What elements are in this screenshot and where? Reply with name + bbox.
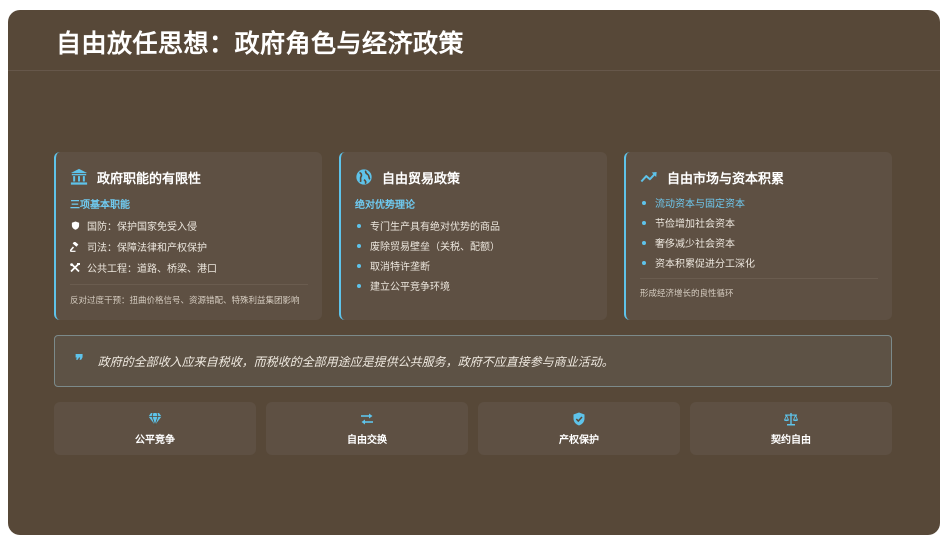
list-item-text: 国防：保护国家免受入侵 bbox=[87, 222, 197, 233]
list-item: 奢侈减少社会资本 bbox=[640, 236, 878, 250]
card-title: 政府职能的有限性 bbox=[97, 171, 202, 187]
card-capital-accumulation: 自由市场与资本积累 流动资本与固定资本 节俭增加社会资本 奢侈减少社会资本 资本… bbox=[624, 152, 892, 320]
card-header: 自由贸易政策 bbox=[355, 166, 593, 188]
list-item-text: 节俭增加社会资本 bbox=[655, 219, 735, 230]
divider bbox=[70, 284, 308, 285]
government-building-icon bbox=[70, 168, 88, 185]
list-item-text: 建立公平竞争环境 bbox=[370, 282, 450, 293]
list-item: 国防：保护国家免受入侵 bbox=[70, 219, 308, 233]
diamond-icon bbox=[148, 412, 162, 426]
bullet-dot bbox=[357, 243, 361, 248]
list-item: 司法：保障法律和产权保护 bbox=[70, 240, 308, 254]
list-item-text: 奢侈减少社会资本 bbox=[655, 239, 735, 250]
shield-check-icon bbox=[573, 412, 585, 425]
exchange-icon bbox=[361, 413, 373, 424]
list-item-text: 专门生产具有绝对优势的商品 bbox=[370, 222, 500, 233]
quote-icon: ❞ bbox=[75, 351, 84, 370]
card-header: 自由市场与资本积累 bbox=[640, 166, 878, 188]
card-subhead: 绝对优势理论 bbox=[355, 200, 415, 211]
list-item: 公共工程：道路、桥梁、港口 bbox=[70, 261, 308, 275]
list-item-text: 废除贸易壁垒（关税、配额） bbox=[370, 242, 500, 253]
list-item-text: 公共工程：道路、桥梁、港口 bbox=[87, 264, 217, 275]
list-item: 专门生产具有绝对优势的商品 bbox=[355, 219, 593, 233]
list-item: 建立公平竞争环境 bbox=[355, 279, 593, 293]
slide: 自由放任思想：政府角色与经济政策 政府职能的有限性 三项基本职能 国防：保护国家… bbox=[8, 10, 940, 535]
card-note: 反对过度干预：扭曲价格信号、资源错配、特殊利益集团影响 bbox=[70, 296, 300, 306]
scale-icon bbox=[784, 412, 798, 425]
trending-up-icon bbox=[640, 172, 657, 183]
principle-label: 产权保护 bbox=[559, 434, 599, 446]
tools-icon bbox=[70, 262, 80, 272]
bullet-dot bbox=[357, 283, 361, 288]
principle-tile: 公平竞争 bbox=[54, 402, 256, 455]
list-item: 资本积累促进分工深化 bbox=[640, 256, 878, 270]
list-item-highlight: 流动资本与固定资本 bbox=[640, 196, 878, 210]
quote-text: 政府的全部收入应来自税收，而税收的全部用途应是提供公共服务，政府不应直接参与商业… bbox=[97, 354, 614, 369]
card-note: 形成经济增长的良性循环 bbox=[640, 289, 734, 299]
card-title: 自由市场与资本积累 bbox=[667, 171, 785, 187]
bullet-dot bbox=[642, 220, 646, 225]
quote-box: ❞ 政府的全部收入应来自税收，而税收的全部用途应是提供公共服务，政府不应直接参与… bbox=[54, 335, 892, 387]
page-title: 自由放任思想：政府角色与经济政策 bbox=[56, 29, 465, 58]
card-free-trade: 自由贸易政策 绝对优势理论 专门生产具有绝对优势的商品 废除贸易壁垒（关税、配额… bbox=[339, 152, 607, 320]
bullet-dot bbox=[642, 260, 646, 265]
list-item-text: 资本积累促进分工深化 bbox=[655, 259, 755, 270]
bullet-dot bbox=[642, 200, 646, 205]
list-item-text: 取消特许垄断 bbox=[370, 262, 430, 273]
bullet-dot bbox=[357, 263, 361, 268]
divider bbox=[640, 278, 878, 279]
principle-label: 公平竞争 bbox=[135, 434, 175, 446]
title-bar: 自由放任思想：政府角色与经济政策 bbox=[8, 10, 940, 71]
bullet-dot bbox=[357, 223, 361, 228]
principle-label: 自由交换 bbox=[347, 434, 387, 446]
list-item: 废除贸易壁垒（关税、配额） bbox=[355, 239, 593, 253]
card-government-functions: 政府职能的有限性 三项基本职能 国防：保护国家免受入侵 司法：保障法律和产权保护… bbox=[54, 152, 322, 320]
bullet-dot bbox=[642, 240, 646, 245]
list-item-text: 司法：保障法律和产权保护 bbox=[87, 243, 207, 254]
principle-tile: 自由交换 bbox=[266, 402, 468, 455]
principle-tile: 契约自由 bbox=[690, 402, 892, 455]
card-subhead: 三项基本职能 bbox=[70, 200, 130, 211]
card-header: 政府职能的有限性 bbox=[70, 166, 308, 188]
list-item: 节俭增加社会资本 bbox=[640, 216, 878, 230]
principle-label: 契约自由 bbox=[771, 434, 811, 446]
globe-icon bbox=[356, 169, 372, 185]
list-item-text: 流动资本与固定资本 bbox=[655, 199, 745, 210]
card-title: 自由贸易政策 bbox=[382, 171, 461, 187]
principle-tile: 产权保护 bbox=[478, 402, 680, 455]
list-item: 取消特许垄断 bbox=[355, 259, 593, 273]
shield-icon bbox=[71, 221, 79, 230]
gavel-icon bbox=[70, 241, 79, 252]
